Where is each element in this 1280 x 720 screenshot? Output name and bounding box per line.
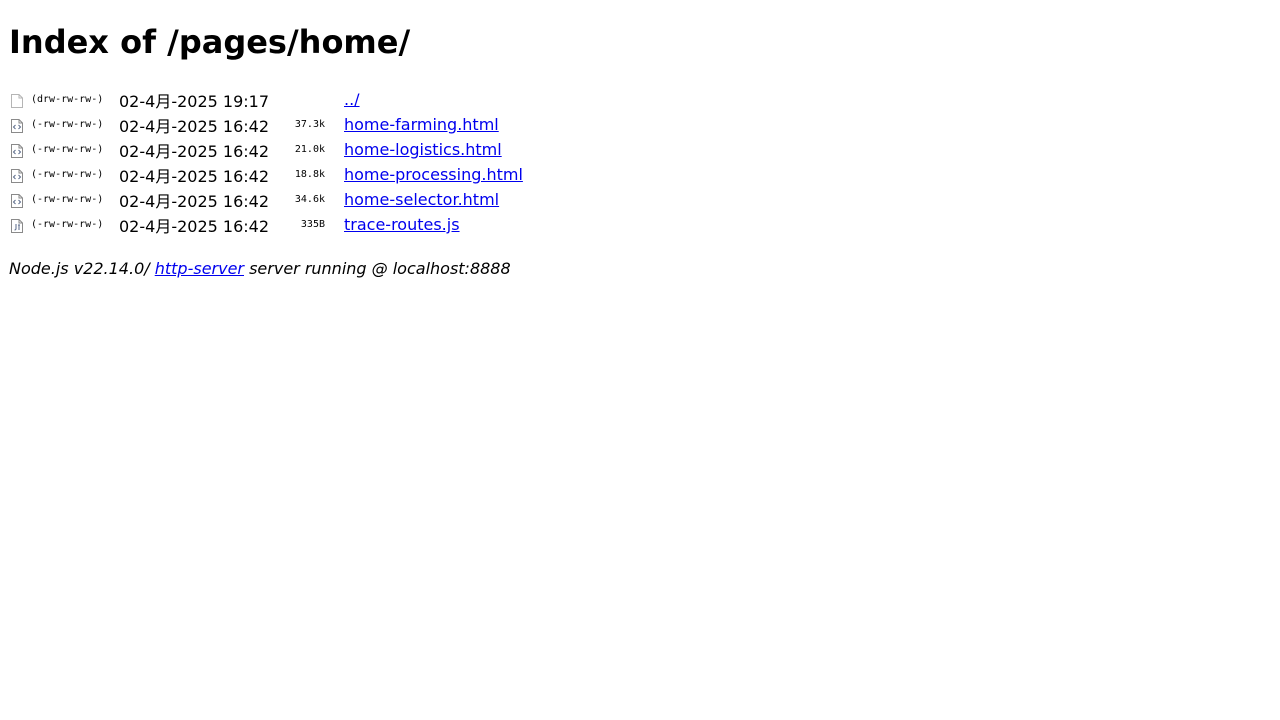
html-file-icon (11, 193, 23, 208)
folder-icon (11, 93, 23, 108)
file-link[interactable]: home-processing.html (344, 165, 523, 184)
file-size: 18.8k (294, 169, 325, 180)
file-listing-table: (drw-rw-rw-) 02-4月-2025 19:17 ../ (-rw-r… (9, 87, 523, 237)
file-link[interactable]: home-farming.html (344, 115, 499, 134)
html-file-icon (11, 118, 23, 133)
modified-date: 02-4月-2025 16:42 (119, 141, 270, 161)
table-row: (-rw-rw-rw-) 02-4月-2025 16:42 37.3k home… (9, 112, 523, 137)
modified-date: 02-4月-2025 16:42 (119, 116, 270, 136)
file-size: 37.3k (294, 119, 325, 130)
permissions: (-rw-rw-rw-) (31, 219, 104, 230)
http-server-link[interactable]: http-server (155, 259, 244, 278)
table-row: (-rw-rw-rw-) 02-4月-2025 16:42 34.6k home… (9, 187, 523, 212)
permissions: (-rw-rw-rw-) (31, 169, 104, 180)
file-size (279, 87, 325, 112)
file-size: 335B (300, 219, 325, 230)
page-title: Index of /pages/home/ (9, 23, 411, 61)
file-link[interactable]: home-logistics.html (344, 140, 502, 159)
file-link[interactable]: home-selector.html (344, 190, 499, 209)
footer-prefix: Node.js v22.14.0/ (9, 259, 155, 278)
parent-directory-link[interactable]: ../ (344, 90, 360, 109)
modified-date: 02-4月-2025 19:17 (119, 91, 270, 111)
file-link[interactable]: trace-routes.js (344, 215, 460, 234)
server-footer: Node.js v22.14.0/ http-server server run… (9, 258, 511, 280)
js-file-icon (11, 218, 23, 233)
file-size: 21.0k (294, 144, 325, 155)
modified-date: 02-4月-2025 16:42 (119, 216, 270, 236)
table-row: (-rw-rw-rw-) 02-4月-2025 16:42 335B trace… (9, 212, 523, 237)
html-file-icon (11, 168, 23, 183)
permissions: (-rw-rw-rw-) (31, 119, 104, 130)
html-file-icon (11, 143, 23, 158)
table-row: (-rw-rw-rw-) 02-4月-2025 16:42 21.0k home… (9, 137, 523, 162)
permissions: (-rw-rw-rw-) (31, 144, 104, 155)
modified-date: 02-4月-2025 16:42 (119, 166, 270, 186)
file-size: 34.6k (294, 194, 325, 205)
table-row: (drw-rw-rw-) 02-4月-2025 19:17 ../ (9, 87, 523, 112)
footer-suffix: server running @ localhost:8888 (244, 259, 511, 278)
permissions: (-rw-rw-rw-) (31, 194, 104, 205)
directory-listing-page: Index of /pages/home/ (drw-rw-rw-) 02-4月… (0, 0, 1280, 720)
permissions: (drw-rw-rw-) (31, 94, 104, 105)
modified-date: 02-4月-2025 16:42 (119, 191, 270, 211)
table-row: (-rw-rw-rw-) 02-4月-2025 16:42 18.8k home… (9, 162, 523, 187)
